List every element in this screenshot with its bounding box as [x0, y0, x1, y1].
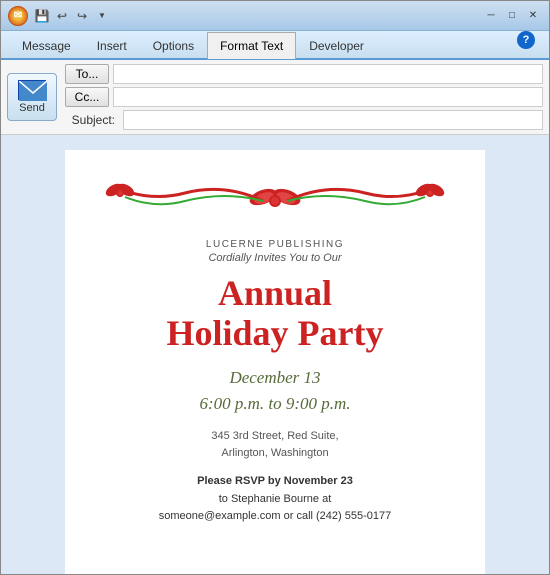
event-time: 6:00 p.m. to 9:00 p.m.	[159, 391, 392, 417]
tab-format-text[interactable]: Format Text	[207, 32, 296, 59]
save-quick-btn[interactable]: 💾	[33, 7, 51, 25]
event-date: December 13	[159, 365, 392, 391]
cordially-label: Cordially Invites You to Our	[159, 252, 392, 264]
subject-row: Subject:	[65, 110, 543, 130]
office-logo: ✉	[8, 6, 28, 26]
ribbon-bottom-decoration	[95, 555, 455, 574]
app-icon: ✉	[7, 5, 29, 27]
cc-row: Cc...	[65, 87, 543, 107]
undo-quick-btn[interactable]: ↩	[53, 7, 71, 25]
email-card: LUCERNE PUBLISHING Cordially Invites You…	[65, 150, 485, 574]
rsvp-line1: Please RSVP by November 23	[197, 475, 353, 487]
main-content-area: LUCERNE PUBLISHING Cordially Invites You…	[1, 135, 549, 574]
address-line2: Arlington, Washington	[159, 445, 392, 462]
subject-input[interactable]	[123, 110, 543, 130]
party-title-line1: Annual	[159, 274, 392, 314]
rsvp-line3: someone@example.com or call (242) 555-01…	[159, 510, 392, 522]
send-icon	[18, 80, 46, 100]
party-title-line2: Holiday Party	[159, 314, 392, 354]
invitation-body: LUCERNE PUBLISHING Cordially Invites You…	[149, 230, 402, 555]
help-icon[interactable]: ?	[517, 31, 535, 49]
party-title: Annual Holiday Party	[159, 274, 392, 353]
send-button[interactable]: Send	[7, 73, 57, 121]
rsvp-text: Please RSVP by November 23 to Stephanie …	[159, 473, 392, 526]
quick-access-toolbar: 💾 ↩ ↪ ▼	[33, 7, 111, 25]
rsvp-line2: to Stephanie Bourne at	[219, 493, 332, 505]
tab-message[interactable]: Message	[9, 32, 84, 59]
tab-insert[interactable]: Insert	[84, 32, 140, 59]
lucerne-label: LUCERNE PUBLISHING	[159, 239, 392, 250]
title-bar: ✉ 💾 ↩ ↪ ▼ ─ □ ✕	[1, 1, 549, 31]
more-quick-btn[interactable]: ▼	[93, 7, 111, 25]
minimize-button[interactable]: ─	[481, 7, 501, 25]
redo-quick-btn[interactable]: ↪	[73, 7, 91, 25]
address-text: 345 3rd Street, Red Suite, Arlington, Wa…	[159, 428, 392, 461]
to-input[interactable]	[113, 64, 543, 84]
window-controls: ─ □ ✕	[481, 7, 543, 25]
close-button[interactable]: ✕	[523, 7, 543, 25]
to-row: To...	[65, 64, 543, 84]
main-window: ✉ 💾 ↩ ↪ ▼ ─ □ ✕ Message Insert Options F…	[0, 0, 550, 575]
to-button[interactable]: To...	[65, 64, 109, 84]
address-line1: 345 3rd Street, Red Suite,	[159, 428, 392, 445]
send-button-area: Send	[7, 64, 57, 130]
date-text: December 13 6:00 p.m. to 9:00 p.m.	[159, 365, 392, 416]
cc-input[interactable]	[113, 87, 543, 107]
maximize-button[interactable]: □	[502, 7, 522, 25]
tab-developer[interactable]: Developer	[296, 32, 377, 59]
tab-options[interactable]: Options	[140, 32, 207, 59]
subject-label: Subject:	[65, 113, 115, 127]
ribbon-top-decoration	[95, 170, 455, 230]
cc-button[interactable]: Cc...	[65, 87, 109, 107]
ribbon-tab-list: Message Insert Options Format Text Devel…	[1, 31, 549, 58]
send-label: Send	[19, 102, 45, 114]
ribbon: Message Insert Options Format Text Devel…	[1, 31, 549, 60]
compose-fields: To... Cc... Subject:	[65, 64, 543, 130]
